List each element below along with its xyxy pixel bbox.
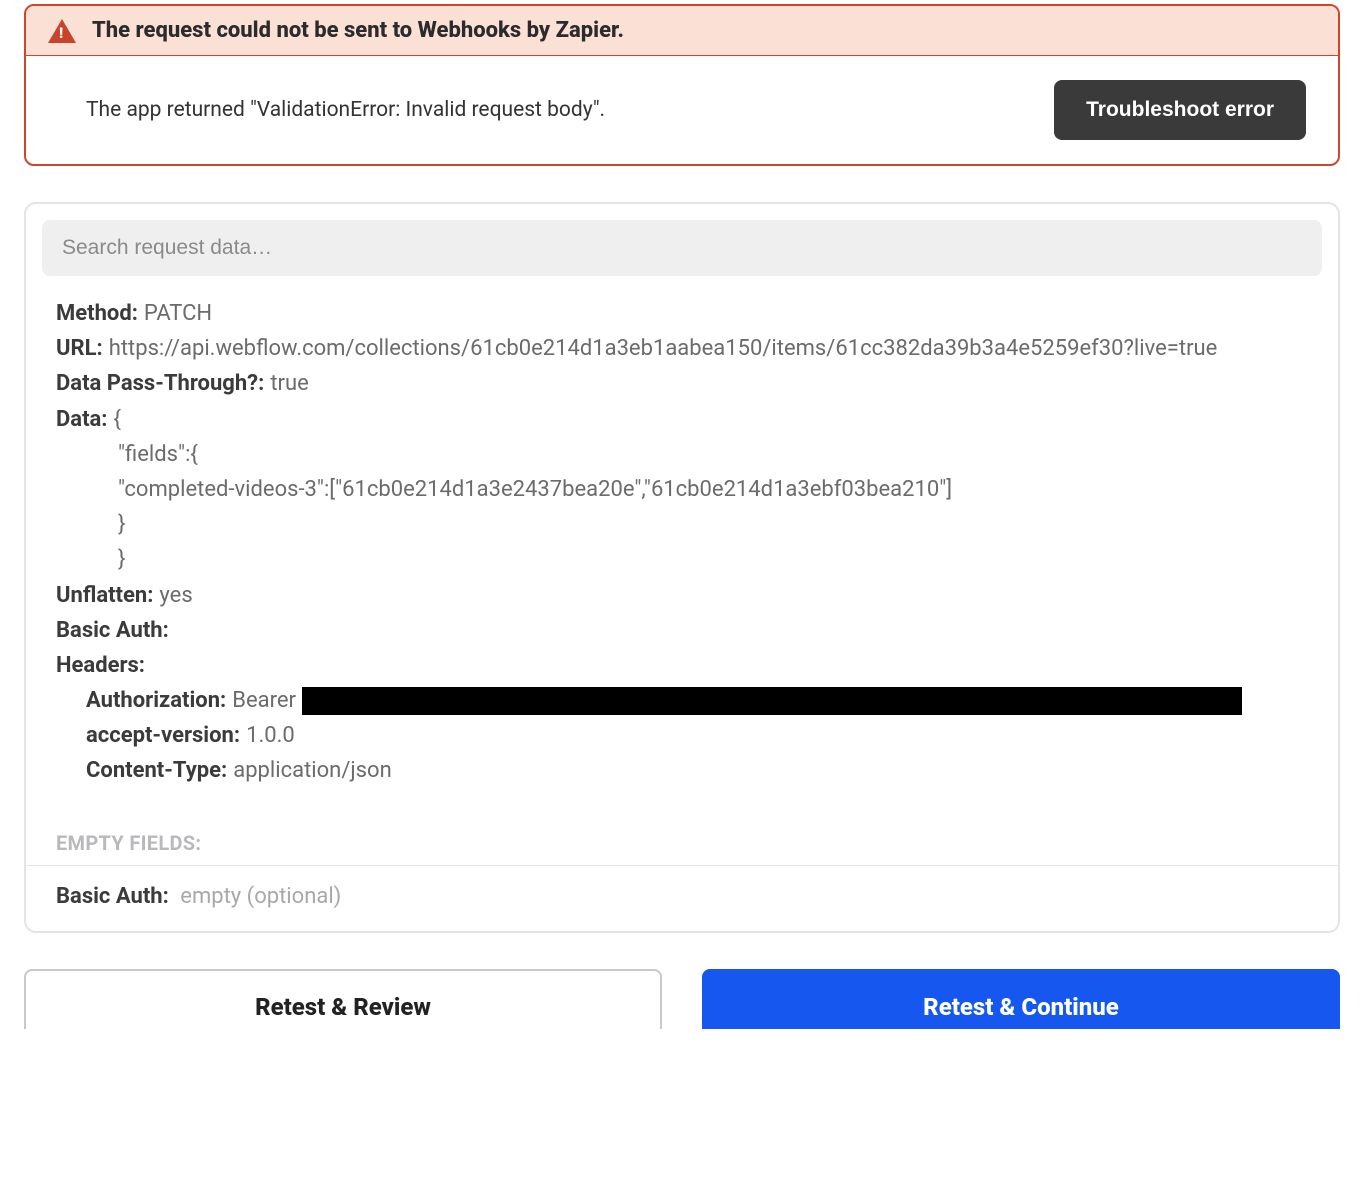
retest-review-button[interactable]: Retest & Review xyxy=(24,969,662,1029)
basic-auth-row-value: empty (optional) xyxy=(180,884,341,909)
footer-actions: Retest & Review Retest & Continue xyxy=(24,969,1340,1029)
error-header: The request could not be sent to Webhook… xyxy=(26,6,1338,56)
method-label: Method: xyxy=(56,296,138,331)
pass-label: Data Pass-Through?: xyxy=(56,366,264,401)
url-value: https://api.webflow.com/collections/61cb… xyxy=(109,331,1308,366)
data-line-4: } xyxy=(56,507,1308,542)
error-body: The app returned "ValidationError: Inval… xyxy=(26,56,1338,164)
request-fields: Method: PATCH URL: https://api.webflow.c… xyxy=(26,288,1338,807)
hdr-accept-label: accept-version: xyxy=(86,718,240,753)
unflatten-label: Unflatten: xyxy=(56,578,153,613)
data-line-3: "completed-videos-3":["61cb0e214d1a3e243… xyxy=(56,472,1308,507)
alert-icon xyxy=(48,19,76,43)
data-line-2: "fields":{ xyxy=(56,437,1308,472)
data-open: { xyxy=(114,402,121,437)
data-line-5: } xyxy=(56,542,1308,577)
error-title: The request could not be sent to Webhook… xyxy=(92,18,624,43)
hdr-auth-value: Bearer xyxy=(232,683,296,718)
troubleshoot-button[interactable]: Troubleshoot error xyxy=(1054,80,1306,140)
basic-auth-label: Basic Auth: xyxy=(56,613,169,648)
redacted-token xyxy=(302,687,1242,715)
empty-fields-label: EMPTY FIELDS: xyxy=(26,807,1338,865)
search-input[interactable] xyxy=(42,220,1322,276)
request-data-card: Method: PATCH URL: https://api.webflow.c… xyxy=(24,202,1340,933)
data-label: Data: xyxy=(56,402,108,437)
url-label: URL: xyxy=(56,331,103,366)
hdr-ct-value: application/json xyxy=(233,753,392,788)
pass-value: true xyxy=(270,366,308,401)
error-card: The request could not be sent to Webhook… xyxy=(24,4,1340,166)
headers-label: Headers: xyxy=(56,648,145,683)
error-detail: The app returned "ValidationError: Inval… xyxy=(86,98,605,122)
basic-auth-row-label: Basic Auth: xyxy=(56,884,169,909)
unflatten-value: yes xyxy=(159,578,192,613)
hdr-ct-label: Content-Type: xyxy=(86,753,227,788)
hdr-auth-label: Authorization: xyxy=(86,683,226,718)
method-value: PATCH xyxy=(144,296,212,331)
hdr-accept-value: 1.0.0 xyxy=(246,718,295,753)
retest-continue-button[interactable]: Retest & Continue xyxy=(702,969,1340,1029)
